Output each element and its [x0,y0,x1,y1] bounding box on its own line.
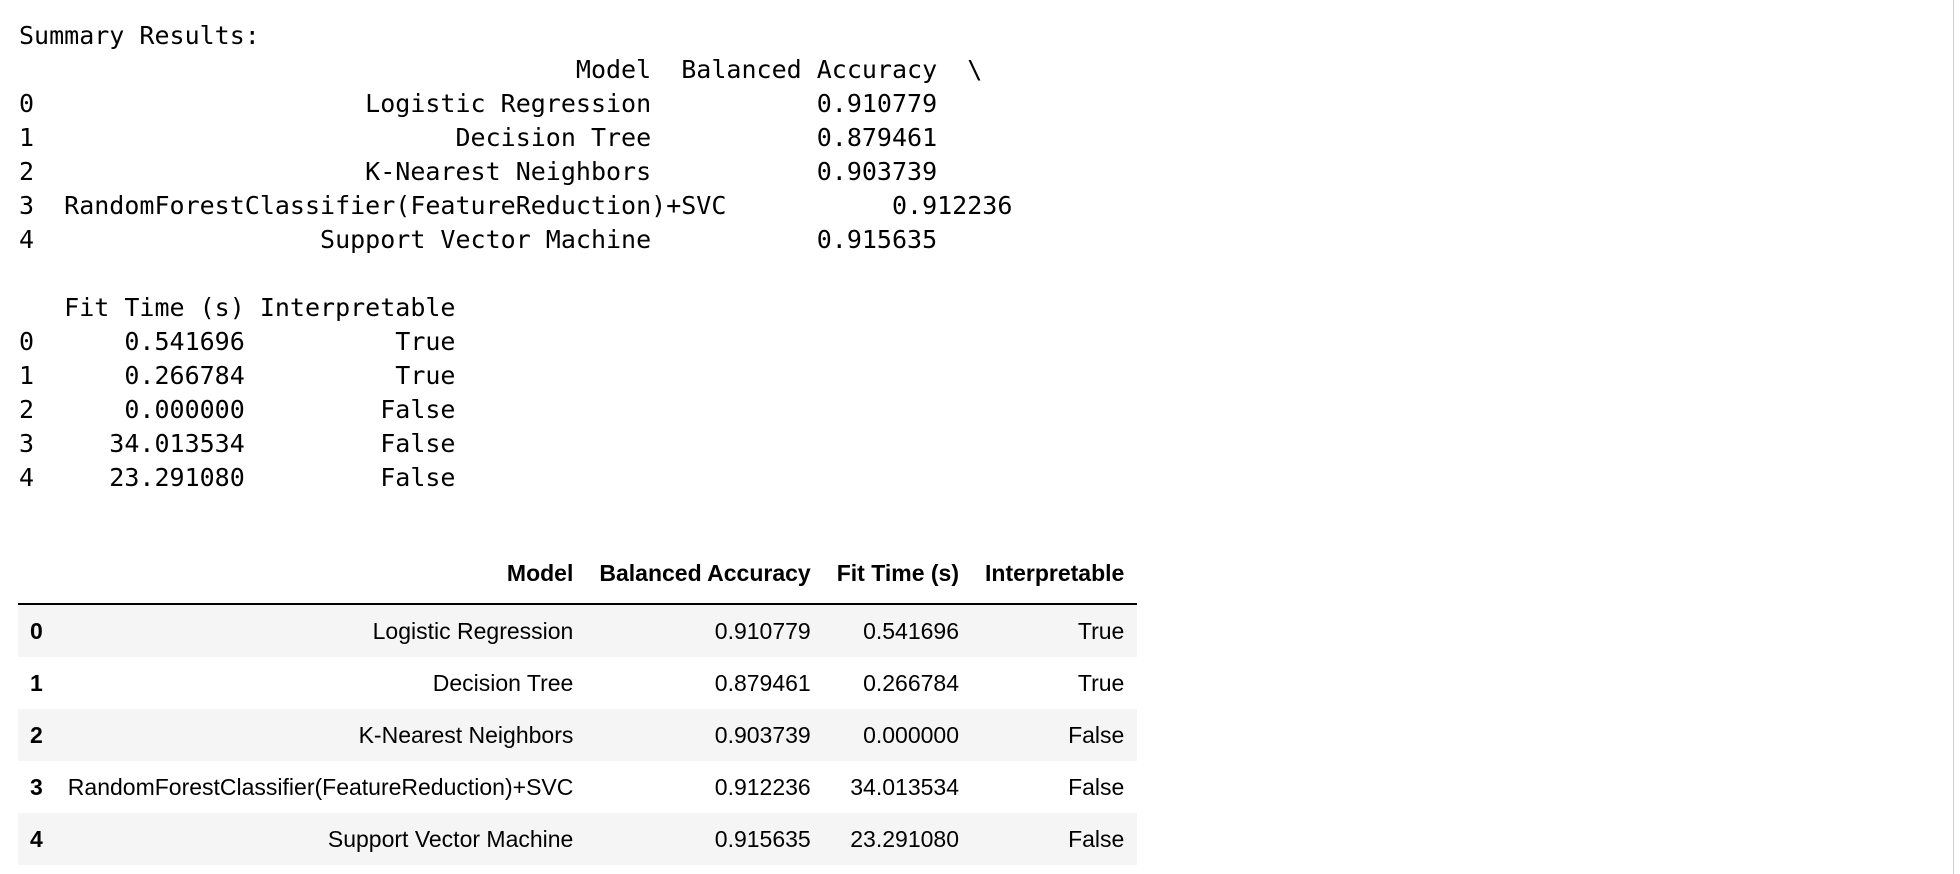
cell-balanced-accuracy: 0.915635 [714,825,811,852]
cell-fit-time: 34.013534 [850,773,959,800]
header-model: Model [54,551,587,605]
cell-fit-time: 23.291080 [850,825,959,852]
cell-fit-time: 0.541696 [863,617,959,644]
cell-model: Logistic Regression [372,617,574,644]
cell-model: RandomForestClassifier(FeatureReduction)… [67,773,574,800]
header-row: Model Balanced Accuracy Fit Time (s) Int… [18,551,1138,605]
dataframe-table: Model Balanced Accuracy Fit Time (s) Int… [18,551,1138,865]
table-body: 0 Logistic Regression 0.910779 0.541696 … [18,604,1138,865]
table-row: 2 K-Nearest Neighbors 0.903739 0.000000 … [18,709,1138,761]
row-index: 4 [30,825,43,852]
cell-balanced-accuracy: 0.910779 [714,617,811,644]
row-index: 2 [30,721,43,748]
cell-model: K-Nearest Neighbors [358,721,574,748]
stdout-line: 4 Support Vector Machine 0.915635 [19,225,983,254]
table-row: 1 Decision Tree 0.879461 0.266784 True [18,657,1138,709]
cell-interpretable: True [1077,617,1125,644]
header-balanced-accuracy: Balanced Accuracy [586,551,824,605]
cell-fit-time: 0.000000 [863,721,959,748]
cell-interpretable: False [1068,721,1125,748]
header-index [18,551,55,605]
stdout-line: 0 0.541696 True [19,327,486,356]
notebook-output-area: Summary Results: Model Balanced Accuracy… [0,0,1954,874]
stdout-line: 1 0.266784 True [19,361,486,390]
stdout-line: 4 23.291080 False [19,463,486,492]
stdout-line: 2 0.000000 False [19,395,486,424]
stdout-line: 0 Logistic Regression 0.910779 [19,89,983,118]
stdout-line: Fit Time (s) Interpretable [19,293,486,322]
cell-model: Decision Tree [432,669,574,696]
cell-balanced-accuracy: 0.903739 [714,721,811,748]
row-index: 1 [30,669,43,696]
stdout-line: 1 Decision Tree 0.879461 [19,123,983,152]
header-fit-time: Fit Time (s) [823,551,972,605]
table-row: 0 Logistic Regression 0.910779 0.541696 … [18,604,1138,657]
table-header: Model Balanced Accuracy Fit Time (s) Int… [18,551,1138,605]
table-row: 3 RandomForestClassifier(FeatureReductio… [18,761,1138,813]
cell-interpretable: False [1068,825,1125,852]
stdout-line: Summary Results: [19,21,260,50]
table-row: 4 Support Vector Machine 0.915635 23.291… [18,813,1138,865]
cell-interpretable: False [1068,773,1125,800]
stdout-line: 3 34.013534 False [19,429,486,458]
stdout-text: Summary Results: Model Balanced Accuracy… [19,19,1058,495]
stdout-line: 3 RandomForestClassifier(FeatureReductio… [19,191,1058,220]
cell-interpretable: True [1077,669,1125,696]
header-interpretable: Interpretable [972,551,1138,605]
row-index: 3 [30,773,43,800]
cell-balanced-accuracy: 0.879461 [714,669,811,696]
cell-balanced-accuracy: 0.912236 [714,773,811,800]
stdout-line: 2 K-Nearest Neighbors 0.903739 [19,157,983,186]
stdout-line: Model Balanced Accuracy \ [19,55,983,84]
cell-model: Support Vector Machine [327,825,574,852]
row-index: 0 [30,617,43,644]
cell-fit-time: 0.266784 [863,669,959,696]
